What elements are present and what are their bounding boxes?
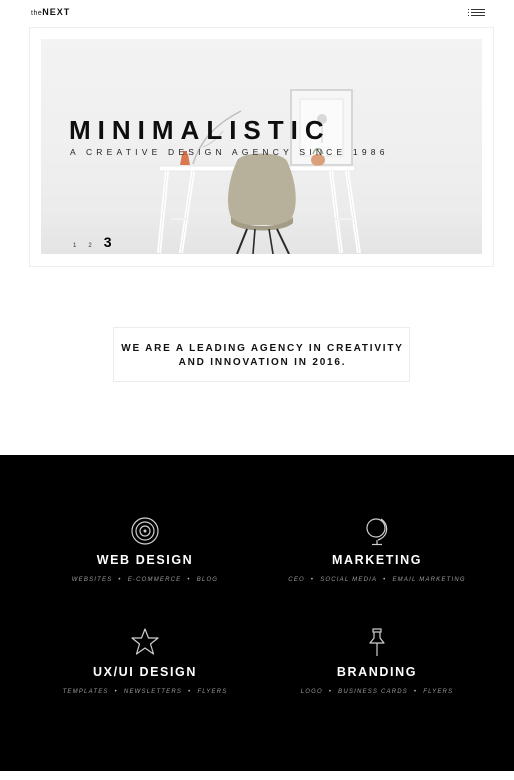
tag-separator: • (383, 577, 387, 583)
hamburger-menu-icon[interactable] (468, 8, 486, 18)
intro-text: WE ARE A LEADING AGENCY IN CREATIVITY AN… (114, 342, 411, 370)
site-header: theNEXT (0, 0, 514, 26)
site-logo[interactable]: theNEXT (31, 7, 70, 17)
service-tags: CEO • SOCIAL MEDIA • EMAIL MARKETING (257, 577, 497, 583)
tag-separator: • (328, 689, 333, 695)
service-tag: FLYERS (197, 689, 228, 695)
service-tags: LOGO • BUSINESS CARDS • FLYERS (257, 689, 497, 695)
service-tag: SOCIAL MEDIA (320, 577, 378, 583)
intro-line-2: AND INNOVATION IN 2016. (178, 357, 347, 368)
hero-slider: MINIMALISTIC A CREATIVE DESIGN AGENCY SI… (41, 39, 482, 254)
pushpin-icon (369, 628, 385, 656)
logo-name: NEXT (42, 7, 71, 17)
service-tags: WEBSITES • E-COMMERCE • BLOG (25, 577, 265, 583)
tag-separator: • (187, 577, 191, 583)
tag-separator: • (114, 689, 118, 695)
service-tag: TEMPLATES (62, 689, 109, 695)
service-title: BRANDING (336, 665, 418, 679)
services-section: WEB DESIGN WEBSITES • E-COMMERCE • BLOG … (0, 455, 514, 771)
service-tag: LOGO (300, 689, 323, 695)
slide-pagination: 1 2 3 (73, 235, 111, 249)
service-tag: NEWSLETTERS (123, 689, 183, 695)
tag-separator: • (413, 689, 418, 695)
hero-title: MINIMALISTIC (69, 115, 331, 145)
tag-separator: • (118, 577, 122, 583)
hero-subtitle: A CREATIVE DESIGN AGENCY SINCE 1986 (70, 147, 389, 157)
slide-1-button[interactable]: 1 (73, 243, 76, 249)
service-tag: BUSINESS CARDS (338, 689, 408, 695)
target-icon (131, 517, 159, 545)
tag-separator: • (310, 577, 315, 583)
footer-strip (0, 771, 514, 780)
service-tag: E-COMMERCE (127, 577, 182, 583)
service-tag: EMAIL MARKETING (392, 577, 466, 583)
intro-line-1: WE ARE A LEADING AGENCY IN CREATIVITY (121, 343, 404, 354)
service-tag: WEBSITES (71, 577, 113, 583)
service-tag: BLOG (196, 577, 219, 583)
service-tag: FLYERS (423, 689, 454, 695)
service-title: WEB DESIGN (96, 553, 194, 567)
tag-separator: • (188, 689, 192, 695)
service-title: UX/UI DESIGN (93, 665, 197, 679)
star-icon (131, 628, 159, 655)
intro-box: WE ARE A LEADING AGENCY IN CREATIVITY AN… (113, 327, 410, 382)
service-title: MARKETING (331, 553, 423, 567)
globe-icon (366, 518, 388, 546)
slide-3-button[interactable]: 3 (104, 235, 112, 249)
service-tag: CEO (288, 577, 305, 583)
slide-2-button[interactable]: 2 (88, 243, 91, 249)
logo-prefix: the (31, 10, 43, 17)
service-tags: TEMPLATES • NEWSLETTERS • FLYERS (25, 689, 265, 695)
